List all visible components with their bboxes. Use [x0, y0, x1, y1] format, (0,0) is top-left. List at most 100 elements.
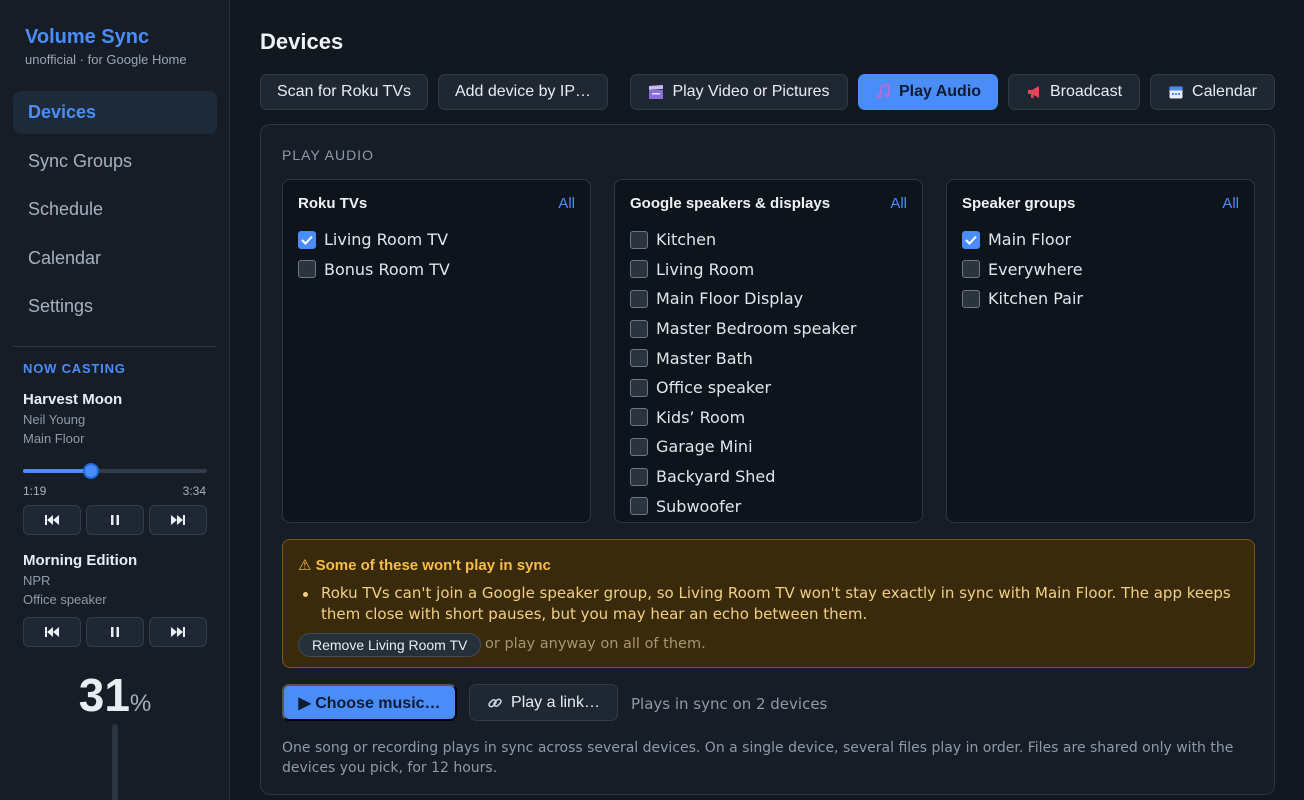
playback-controls — [23, 617, 207, 647]
sidebar-item-devices[interactable]: Devices — [13, 91, 217, 134]
sync-warning: ⚠ Some of these won't play in sync Roku … — [282, 539, 1255, 668]
previous-button[interactable] — [23, 617, 81, 647]
sidebar-item-schedule[interactable]: Schedule — [13, 188, 217, 231]
checkmark-icon — [301, 235, 313, 245]
select-all-link[interactable]: All — [1222, 195, 1239, 212]
device-row[interactable]: Garage Mini — [630, 432, 856, 462]
play-link-button[interactable]: Play a link… — [469, 684, 618, 721]
track-artist: NPR — [23, 573, 51, 588]
elapsed-time: 1:19 — [23, 484, 47, 498]
playback-progress[interactable] — [23, 463, 207, 479]
duration-time: 3:34 — [182, 484, 206, 498]
audio-footnote: One song or recording plays in sync acro… — [282, 740, 1234, 776]
next-button[interactable] — [149, 505, 207, 535]
remove-device-button[interactable]: Remove Living Room TV — [298, 633, 482, 657]
device-row[interactable]: Subwoofer — [630, 491, 856, 521]
scan-roku-button[interactable]: Scan for Roku TVs — [260, 74, 428, 110]
column-header: Roku TVs All — [298, 195, 575, 212]
device-checkbox[interactable] — [962, 289, 980, 308]
device-checkbox[interactable] — [630, 408, 648, 427]
now-casting-item: Morning Edition NPR Office speaker — [23, 552, 207, 607]
device-checkbox[interactable] — [630, 230, 648, 249]
device-checkbox[interactable] — [630, 378, 648, 397]
pause-button[interactable] — [86, 617, 144, 647]
choose-music-button[interactable]: ▶ Choose music… — [282, 684, 457, 721]
tab-play-audio[interactable]: Play Audio — [858, 74, 998, 110]
scan-roku-label: Scan for Roku TVs — [277, 83, 411, 100]
device-checkbox[interactable] — [630, 260, 648, 279]
device-row[interactable]: Backyard Shed — [630, 462, 856, 492]
next-icon — [171, 515, 185, 525]
device-label: Master Bedroom speaker — [656, 319, 857, 339]
add-device-label: Add device by IP… — [454, 83, 592, 100]
pause-button[interactable] — [86, 505, 144, 535]
sidebar-item-sync-groups[interactable]: Sync Groups — [13, 140, 217, 183]
tab-play-video[interactable]: Play Video or Pictures — [630, 74, 848, 110]
device-checkbox[interactable] — [962, 230, 980, 249]
play-audio-panel: PLAY AUDIO Roku TVs All Living Room TV Bo… — [260, 124, 1275, 795]
device-checkbox[interactable] — [630, 289, 648, 308]
app-subtitle: unofficial · for Google Home — [25, 52, 187, 67]
tab-label: Play Audio — [898, 83, 982, 100]
device-label: Master Bath — [656, 348, 753, 368]
pause-icon — [111, 627, 119, 637]
previous-button[interactable] — [23, 505, 81, 535]
device-row[interactable]: Office speaker — [630, 373, 856, 403]
device-label: Living Room — [656, 259, 755, 279]
warning-alt-text: or play anyway on all of them. — [485, 636, 706, 652]
device-row[interactable]: Living Room — [630, 255, 856, 285]
device-label: Subwoofer — [656, 496, 742, 516]
device-list: Kitchen Living Room Main Floor Display Mast… — [630, 225, 856, 521]
select-all-link[interactable]: All — [558, 195, 575, 212]
device-checkbox[interactable] — [298, 260, 316, 279]
device-row[interactable]: Bonus Room TV — [298, 255, 450, 285]
device-row[interactable]: Master Bedroom speaker — [630, 314, 856, 344]
device-label: Main Floor — [988, 230, 1072, 250]
device-label: Kids’ Room — [656, 407, 746, 427]
sidebar-item-settings[interactable]: Settings — [13, 285, 217, 328]
pause-icon — [111, 515, 119, 525]
volume-slider[interactable] — [112, 724, 118, 800]
track-title: Morning Edition — [23, 552, 138, 569]
device-column-roku: Roku TVs All Living Room TV Bonus Room TV — [282, 179, 591, 523]
device-row[interactable]: Kitchen Pair — [962, 284, 1083, 314]
device-checkbox[interactable] — [630, 349, 648, 368]
sidebar-nav: Devices Sync Groups Schedule Calendar Se… — [13, 91, 217, 334]
sidebar: Volume Sync unofficial · for Google Home… — [0, 0, 230, 800]
device-checkbox[interactable] — [962, 260, 980, 279]
device-checkbox[interactable] — [630, 319, 648, 338]
sidebar-item-calendar[interactable]: Calendar — [13, 237, 217, 280]
device-row[interactable]: Main Floor Display — [630, 284, 856, 314]
select-all-link[interactable]: All — [890, 195, 907, 212]
device-row[interactable]: Living Room TV — [298, 225, 450, 255]
device-column-groups: Speaker groups All Main Floor Everywhere K… — [946, 179, 1255, 523]
device-label: Kitchen Pair — [988, 289, 1083, 309]
add-device-ip-button[interactable]: Add device by IP… — [438, 74, 608, 110]
device-row[interactable]: Everywhere — [962, 255, 1083, 285]
device-checkbox[interactable] — [298, 230, 316, 249]
device-checkbox[interactable] — [630, 437, 648, 456]
device-label: Bonus Room TV — [324, 259, 450, 279]
sync-device-count: Plays in sync on 2 devices — [631, 695, 828, 713]
megaphone-icon — [1027, 86, 1039, 98]
calendar-icon — [1169, 86, 1183, 99]
device-row[interactable]: Kids’ Room — [630, 403, 856, 433]
device-label: Garage Mini — [656, 437, 753, 457]
device-list: Living Room TV Bonus Room TV — [298, 225, 450, 284]
device-checkbox[interactable] — [630, 497, 648, 516]
column-title: Speaker groups — [962, 195, 1076, 212]
tab-calendar[interactable]: Calendar — [1150, 74, 1275, 110]
warning-text: Roku TVs can't join a Google speaker gro… — [321, 584, 1231, 623]
device-row[interactable]: Main Floor — [962, 225, 1083, 255]
volume-readout: 31% — [0, 668, 230, 722]
next-button[interactable] — [149, 617, 207, 647]
next-icon — [171, 627, 185, 637]
device-row[interactable]: Master Bath — [630, 343, 856, 373]
tab-broadcast[interactable]: Broadcast — [1008, 74, 1140, 110]
tab-label: Broadcast — [1049, 83, 1123, 100]
progress-knob[interactable] — [83, 463, 100, 479]
previous-icon — [45, 627, 59, 637]
previous-icon — [45, 515, 59, 525]
device-checkbox[interactable] — [630, 467, 648, 486]
device-row[interactable]: Kitchen — [630, 225, 856, 255]
